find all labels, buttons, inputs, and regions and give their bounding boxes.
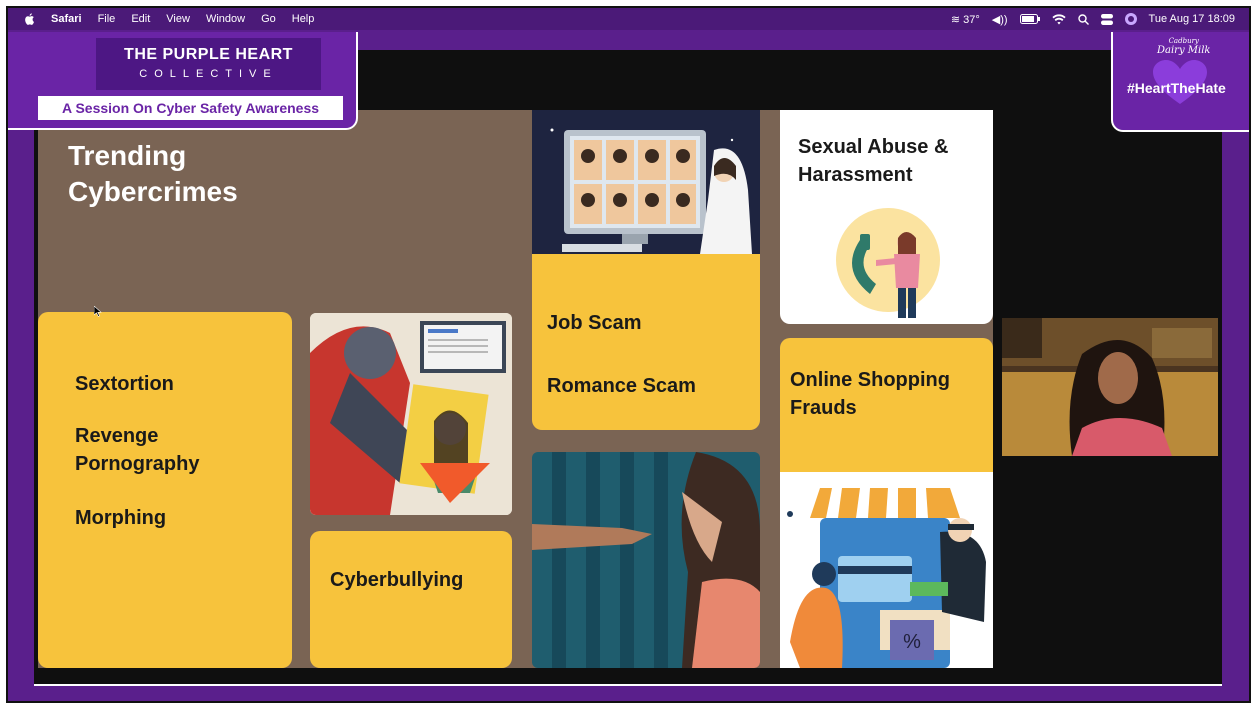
label-pornography: Pornography (75, 453, 200, 475)
session-title: A Session On Cyber Safety Awareness (38, 96, 343, 120)
weather-status[interactable]: ≋ 37° (951, 13, 980, 26)
illustration-shopping-fraud: % (780, 472, 993, 668)
org-name-line2: COLLECTIVE (139, 68, 278, 80)
search-icon[interactable] (1077, 13, 1089, 25)
participant-video[interactable] (1002, 318, 1218, 456)
sponsor-brand: Dairy Milk (1157, 45, 1211, 56)
card-job-romance: Job Scam Romance Scam (532, 254, 760, 430)
card-sexual-abuse: Sexual Abuse & Harassment (780, 110, 993, 324)
card-online-shopping: Online Shopping Frauds (780, 338, 993, 472)
label-revenge: Revenge (75, 425, 159, 447)
slide-title: Trending Cybercrimes (68, 138, 238, 210)
menu-edit[interactable]: Edit (131, 13, 150, 25)
org-name-line1: THE PURPLE HEART (124, 46, 293, 63)
menu-bar: Safari File Edit View Window Go Help ≋ 3… (8, 8, 1249, 30)
brand-header: THE PURPLE HEART COLLECTIVE A Session On… (8, 32, 358, 130)
screen: Safari File Edit View Window Go Help ≋ 3… (6, 6, 1251, 703)
illustration-morphing (310, 313, 512, 515)
label-sexual-abuse-1: Sexual Abuse & (798, 136, 949, 158)
label-cyberbullying: Cyberbullying (330, 569, 464, 591)
battery-icon[interactable] (1019, 14, 1040, 24)
hashtag: #HeartTheHate (1127, 80, 1226, 96)
card-cyberbullying: Cyberbullying (310, 531, 512, 668)
menu-view[interactable]: View (166, 13, 190, 25)
percent-badge: % (903, 631, 921, 653)
label-online-shopping-1: Online Shopping (790, 369, 950, 391)
menu-window[interactable]: Window (206, 13, 245, 25)
sponsor-logo: Cadbury Dairy Milk (1157, 36, 1210, 56)
presentation-slide: Trending Cybercrimes Sextortion Revenge … (38, 110, 993, 668)
illustration-romance-scam (532, 110, 760, 254)
card-sextortion: Sextortion Revenge Pornography Morphing (38, 312, 292, 668)
label-sexual-abuse-2: Harassment (798, 164, 913, 186)
label-online-shopping-2: Frauds (790, 397, 857, 419)
label-romance-scam: Romance Scam (547, 375, 696, 397)
photo-cyberbullying (532, 452, 760, 668)
menu-go[interactable]: Go (261, 13, 276, 25)
frame-divider (34, 684, 1222, 686)
weather-temp: 37° (963, 13, 980, 26)
menu-help[interactable]: Help (292, 13, 315, 25)
menu-app-safari[interactable]: Safari (51, 13, 82, 25)
siri-icon[interactable] (1124, 13, 1137, 25)
label-sextortion: Sextortion (75, 373, 174, 395)
harassment-illustration (836, 208, 940, 318)
slide-title-line2: Cybercrimes (68, 176, 238, 207)
label-job-scam: Job Scam (547, 312, 642, 334)
apple-menu-icon[interactable] (24, 13, 35, 25)
label-morphing: Morphing (75, 507, 167, 529)
mouse-cursor (94, 306, 102, 317)
menubar-clock[interactable]: Tue Aug 17 18:09 (1149, 13, 1235, 25)
wifi-icon[interactable] (1051, 13, 1066, 25)
menu-file[interactable]: File (98, 13, 116, 25)
slide-title-line1: Trending (68, 140, 187, 171)
weather-icon: ≋ (950, 13, 964, 26)
control-center-icon[interactable] (1100, 13, 1113, 25)
sponsor-header: Cadbury Dairy Milk #HeartTheHate (1111, 32, 1249, 132)
volume-icon[interactable]: ◀)) (992, 13, 1008, 26)
org-logo: THE PURPLE HEART COLLECTIVE (96, 38, 321, 90)
